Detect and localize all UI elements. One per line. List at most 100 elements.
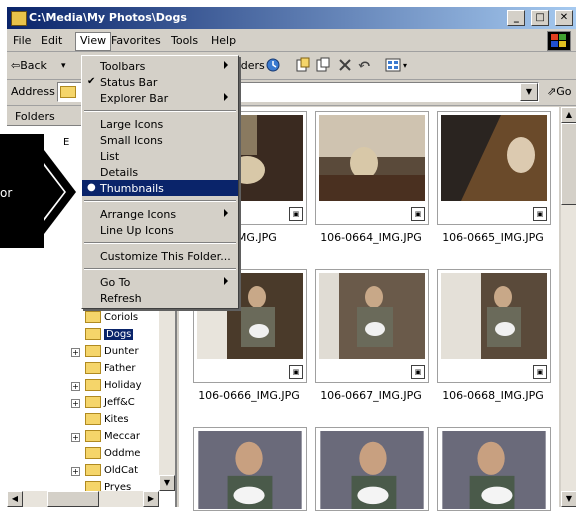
- close-button[interactable]: ✕: [555, 10, 573, 26]
- delete-icon[interactable]: [337, 57, 353, 73]
- thumbnail-item[interactable]: [193, 427, 307, 511]
- photo-thumbnail: [319, 115, 425, 201]
- back-dropdown-icon[interactable]: ▾: [61, 61, 66, 71]
- address-label: Address: [11, 85, 55, 98]
- view-menu: Toolbars ✔ Status Bar Explorer Bar Large …: [81, 55, 239, 309]
- tree-item-coriols[interactable]: Coriols: [85, 311, 138, 327]
- menu-file[interactable]: File: [13, 34, 31, 47]
- menu-favorites[interactable]: Favorites: [111, 34, 161, 47]
- menu-item-refresh[interactable]: Refresh: [82, 290, 238, 306]
- thumbnail-item[interactable]: ▣: [315, 269, 429, 383]
- scroll-right-icon[interactable]: ▶: [143, 491, 159, 507]
- menu-edit[interactable]: Edit: [41, 34, 62, 47]
- address-dropdown-icon[interactable]: ▼: [520, 83, 538, 101]
- menu-item-large-icons[interactable]: Large Icons: [82, 116, 238, 132]
- views-icon[interactable]: [385, 57, 401, 73]
- content-vertical-scrollbar[interactable]: ▲ ▼: [561, 107, 576, 507]
- submenu-arrow-icon: [224, 61, 228, 69]
- tree-item-label: Dogs: [104, 329, 134, 340]
- menu-separator: [84, 242, 236, 244]
- menu-item-arrange-icons[interactable]: Arrange Icons: [82, 206, 238, 222]
- menu-item-label: Toolbars: [100, 60, 146, 73]
- photo-thumbnail: [320, 431, 424, 509]
- folder-icon: [85, 447, 101, 459]
- menu-item-details[interactable]: Details: [82, 164, 238, 180]
- menu-item-explorer-bar[interactable]: Explorer Bar: [82, 90, 238, 106]
- tree-item-dogs[interactable]: Dogs: [85, 328, 134, 344]
- scroll-up-icon[interactable]: ▲: [561, 107, 576, 123]
- minimize-button[interactable]: _: [507, 10, 526, 26]
- tree-item-holiday[interactable]: + Holiday: [71, 379, 142, 395]
- folder-icon: [85, 481, 101, 491]
- copy-to-icon[interactable]: [315, 57, 331, 73]
- radio-bullet-icon: ●: [87, 182, 96, 193]
- menu-item-label: List: [100, 150, 120, 163]
- menu-item-toolbars[interactable]: Toolbars: [82, 58, 238, 74]
- explorer-window: C:\Media\My Photos\Dogs _ □ ✕ File Edit …: [6, 6, 576, 511]
- callout-arrow-fill: [44, 166, 64, 218]
- thumbnail-caption: 106-0668_IMG.JPG: [442, 389, 544, 402]
- menu-item-label: Go To: [100, 276, 131, 289]
- expand-icon[interactable]: +: [71, 382, 80, 391]
- scroll-down-icon[interactable]: ▼: [561, 491, 576, 507]
- move-to-icon[interactable]: [295, 57, 311, 73]
- menu-item-line-up-icons[interactable]: Line Up Icons: [82, 222, 238, 238]
- menu-item-status-bar[interactable]: ✔ Status Bar: [82, 74, 238, 90]
- folder-icon: [85, 345, 101, 357]
- submenu-arrow-icon: [224, 277, 228, 285]
- tree-item-meccar[interactable]: + Meccar: [71, 430, 140, 446]
- folder-icon: [85, 413, 101, 425]
- menu-item-label: Large Icons: [100, 118, 164, 131]
- tree-item-oddme[interactable]: Oddme: [85, 447, 140, 463]
- menu-view[interactable]: View: [75, 32, 112, 51]
- scroll-thumb[interactable]: [561, 123, 576, 205]
- views-dropdown-icon[interactable]: ▾: [403, 61, 407, 70]
- photo-thumbnail: [441, 273, 547, 359]
- menu-separator: [84, 200, 236, 202]
- back-button[interactable]: ⇦Back: [11, 59, 47, 72]
- menu-item-go-to[interactable]: Go To: [82, 274, 238, 290]
- menu-item-label: Thumbnails: [100, 182, 164, 195]
- expand-icon[interactable]: +: [71, 348, 80, 357]
- thumbnail-item[interactable]: ▣: [437, 111, 551, 225]
- menu-item-small-icons[interactable]: Small Icons: [82, 132, 238, 148]
- thumbnail-item[interactable]: [315, 427, 429, 511]
- expand-icon[interactable]: +: [71, 467, 80, 476]
- history-icon[interactable]: [265, 57, 281, 73]
- thumbnail-caption: 106-0666_IMG.JPG: [198, 389, 300, 402]
- tree-item-label: Dunter: [104, 346, 139, 357]
- title-bar[interactable]: C:\Media\My Photos\Dogs _ □ ✕: [7, 7, 576, 29]
- folders-horizontal-scrollbar[interactable]: ◀ ▶: [7, 491, 159, 507]
- expand-icon[interactable]: +: [71, 399, 80, 408]
- menu-help[interactable]: Help: [211, 34, 236, 47]
- go-button[interactable]: ⇗Go: [547, 85, 571, 98]
- tree-item-jeff[interactable]: + Jeff&C: [71, 396, 135, 412]
- scroll-left-icon[interactable]: ◀: [7, 491, 23, 507]
- menu-item-list[interactable]: List: [82, 148, 238, 164]
- expand-icon[interactable]: +: [71, 433, 80, 442]
- scroll-down-icon[interactable]: ▼: [159, 475, 175, 491]
- folder-icon: [85, 430, 101, 442]
- undo-icon[interactable]: [357, 57, 373, 73]
- thumbnail-item[interactable]: ▣: [315, 111, 429, 225]
- thumbnail-item[interactable]: ▣: [437, 269, 551, 383]
- menu-item-thumbnails[interactable]: ● Thumbnails: [82, 180, 238, 196]
- tree-item-father[interactable]: Father: [85, 362, 135, 378]
- menu-separator: [84, 110, 236, 112]
- maximize-button[interactable]: □: [531, 10, 550, 26]
- tree-expander[interactable]: E: [63, 137, 69, 148]
- thumbnail-item[interactable]: [437, 427, 551, 511]
- menu-item-customize-folder[interactable]: Customize This Folder...: [82, 248, 238, 264]
- menu-tools[interactable]: Tools: [171, 34, 198, 47]
- tree-item-kites[interactable]: Kites: [85, 413, 129, 429]
- checkmark-icon: ✔: [87, 76, 96, 87]
- callout-text: or: [0, 186, 13, 200]
- tree-item-pryes[interactable]: Pryes: [85, 481, 131, 491]
- submenu-arrow-icon: [224, 209, 228, 217]
- tree-item-dunter[interactable]: + Dunter: [71, 345, 139, 361]
- tree-item-label: Pryes: [104, 482, 132, 491]
- scroll-thumb[interactable]: [47, 491, 99, 507]
- tree-item-oldcat[interactable]: + OldCat: [71, 464, 138, 480]
- folder-open-icon: [85, 328, 101, 340]
- menu-item-label: Small Icons: [100, 134, 163, 147]
